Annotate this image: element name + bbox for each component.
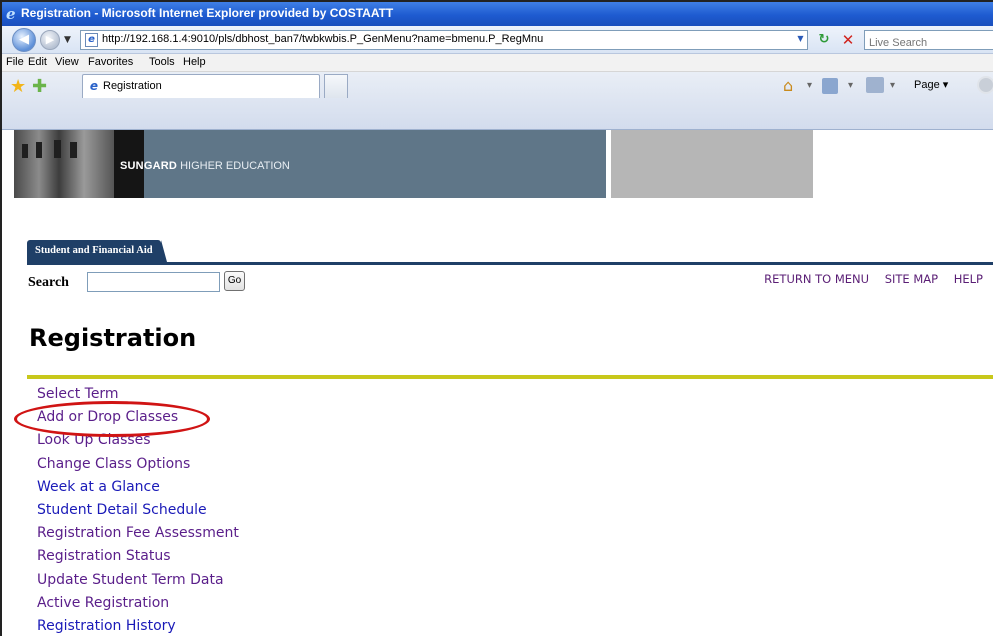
url-text[interactable]: http://192.168.1.4:9010/pls/dbhost_ban7/… [102, 33, 543, 45]
change-class-options-link[interactable]: Change Class Options [37, 456, 190, 472]
return-to-menu-link[interactable]: RETURN TO MENU [764, 272, 869, 286]
history-dropdown-icon[interactable]: ▼ [64, 35, 71, 45]
menu-bar: File Edit View Favorites Tools Help [2, 54, 993, 72]
ie-logo-icon: e [6, 5, 16, 23]
printer-icon[interactable] [866, 77, 884, 93]
select-term-link[interactable]: Select Term [37, 386, 119, 402]
browser-tab[interactable]: e Registration [82, 74, 320, 98]
active-registration-link[interactable]: Active Registration [37, 595, 169, 611]
registration-status-link[interactable]: Registration Status [37, 548, 171, 564]
gear-icon[interactable] [977, 76, 993, 94]
title-divider [27, 375, 993, 379]
menu-item-active-registration: Active Registration [37, 595, 239, 618]
sungard-logo: SUNGARD HIGHER EDUCATION [120, 160, 290, 172]
refresh-icon[interactable]: ↻ [814, 30, 834, 50]
page-content: SUNGARD HIGHER EDUCATION Student and Fin… [2, 130, 993, 636]
live-search-input[interactable] [865, 34, 993, 52]
site-map-link[interactable]: SITE MAP [885, 272, 938, 286]
student-detail-schedule-link[interactable]: Student Detail Schedule [37, 502, 207, 518]
registration-history-link[interactable]: Registration History [37, 618, 176, 634]
url-field[interactable]: e http://192.168.1.4:9010/pls/dbhost_ban… [80, 30, 808, 50]
menu-item-registration-history: Registration History [37, 618, 239, 636]
home-icon[interactable]: ⌂ [783, 76, 793, 95]
tab-bar: ★ ✚ e Registration ⌂ ▾ ▾ ▾ Page ▾ [2, 72, 993, 130]
menu-item-registration-status: Registration Status [37, 548, 239, 571]
search-input[interactable] [87, 272, 220, 292]
menu-favorites[interactable]: Favorites [88, 56, 133, 68]
menu-tools[interactable]: Tools [149, 56, 175, 68]
new-tab-button[interactable] [324, 74, 348, 98]
live-search-box[interactable] [864, 30, 993, 52]
menu-item-change-class-options: Change Class Options [37, 456, 239, 479]
menu-item-update-student-term-data: Update Student Term Data [37, 572, 239, 595]
help-link[interactable]: HELP [954, 272, 983, 286]
update-student-term-data-link[interactable]: Update Student Term Data [37, 572, 224, 588]
search-label: Search [28, 275, 69, 290]
menu-help[interactable]: Help [183, 56, 206, 68]
campus-building-image [14, 130, 114, 198]
title-bar: e Registration - Microsoft Internet Expl… [2, 2, 993, 26]
menu-item-student-detail-schedule: Student Detail Schedule [37, 502, 239, 525]
back-arrow-icon: ◀ [19, 32, 29, 47]
feed-dropdown-icon[interactable]: ▾ [848, 80, 853, 91]
top-links: RETURN TO MENU SITE MAP HELP [752, 272, 983, 286]
stop-icon[interactable]: ✕ [838, 30, 858, 50]
rss-feed-icon[interactable] [822, 78, 838, 94]
menu-file[interactable]: File [6, 56, 24, 68]
menu-edit[interactable]: Edit [28, 56, 47, 68]
tab-page-icon: e [89, 79, 99, 93]
sungard-banner: SUNGARD HIGHER EDUCATION [114, 130, 606, 198]
tab-underline [27, 262, 993, 265]
highlight-circle-annotation [14, 401, 210, 437]
print-dropdown-icon[interactable]: ▾ [890, 80, 895, 91]
star-icon[interactable]: ★ [10, 76, 26, 97]
url-dropdown-icon[interactable]: ▼ [794, 32, 807, 46]
menu-item-registration-fee-assessment: Registration Fee Assessment [37, 525, 239, 548]
week-at-a-glance-link[interactable]: Week at a Glance [37, 479, 160, 495]
page-title: Registration [29, 324, 197, 352]
page-icon: e [85, 33, 98, 47]
back-button[interactable]: ◀ [12, 28, 36, 52]
page-menu[interactable]: Page ▾ [914, 78, 948, 91]
home-dropdown-icon[interactable]: ▾ [807, 80, 812, 91]
add-favorite-icon[interactable]: ✚ [32, 76, 47, 97]
address-bar: ◀ ▶ ▼ e http://192.168.1.4:9010/pls/dbho… [2, 26, 993, 54]
tab-student-financial-aid[interactable]: Student and Financial Aid [27, 240, 167, 262]
browser-window: e Registration - Microsoft Internet Expl… [0, 0, 993, 636]
banner-gray-block [611, 130, 813, 198]
registration-fee-assessment-link[interactable]: Registration Fee Assessment [37, 525, 239, 541]
forward-button[interactable]: ▶ [40, 30, 60, 50]
window-title: Registration - Microsoft Internet Explor… [21, 6, 394, 20]
forward-arrow-icon: ▶ [45, 33, 55, 46]
go-button[interactable]: Go [224, 271, 245, 291]
tab-label: Registration [103, 80, 162, 92]
menu-view[interactable]: View [55, 56, 79, 68]
menu-item-week-at-a-glance: Week at a Glance [37, 479, 239, 502]
